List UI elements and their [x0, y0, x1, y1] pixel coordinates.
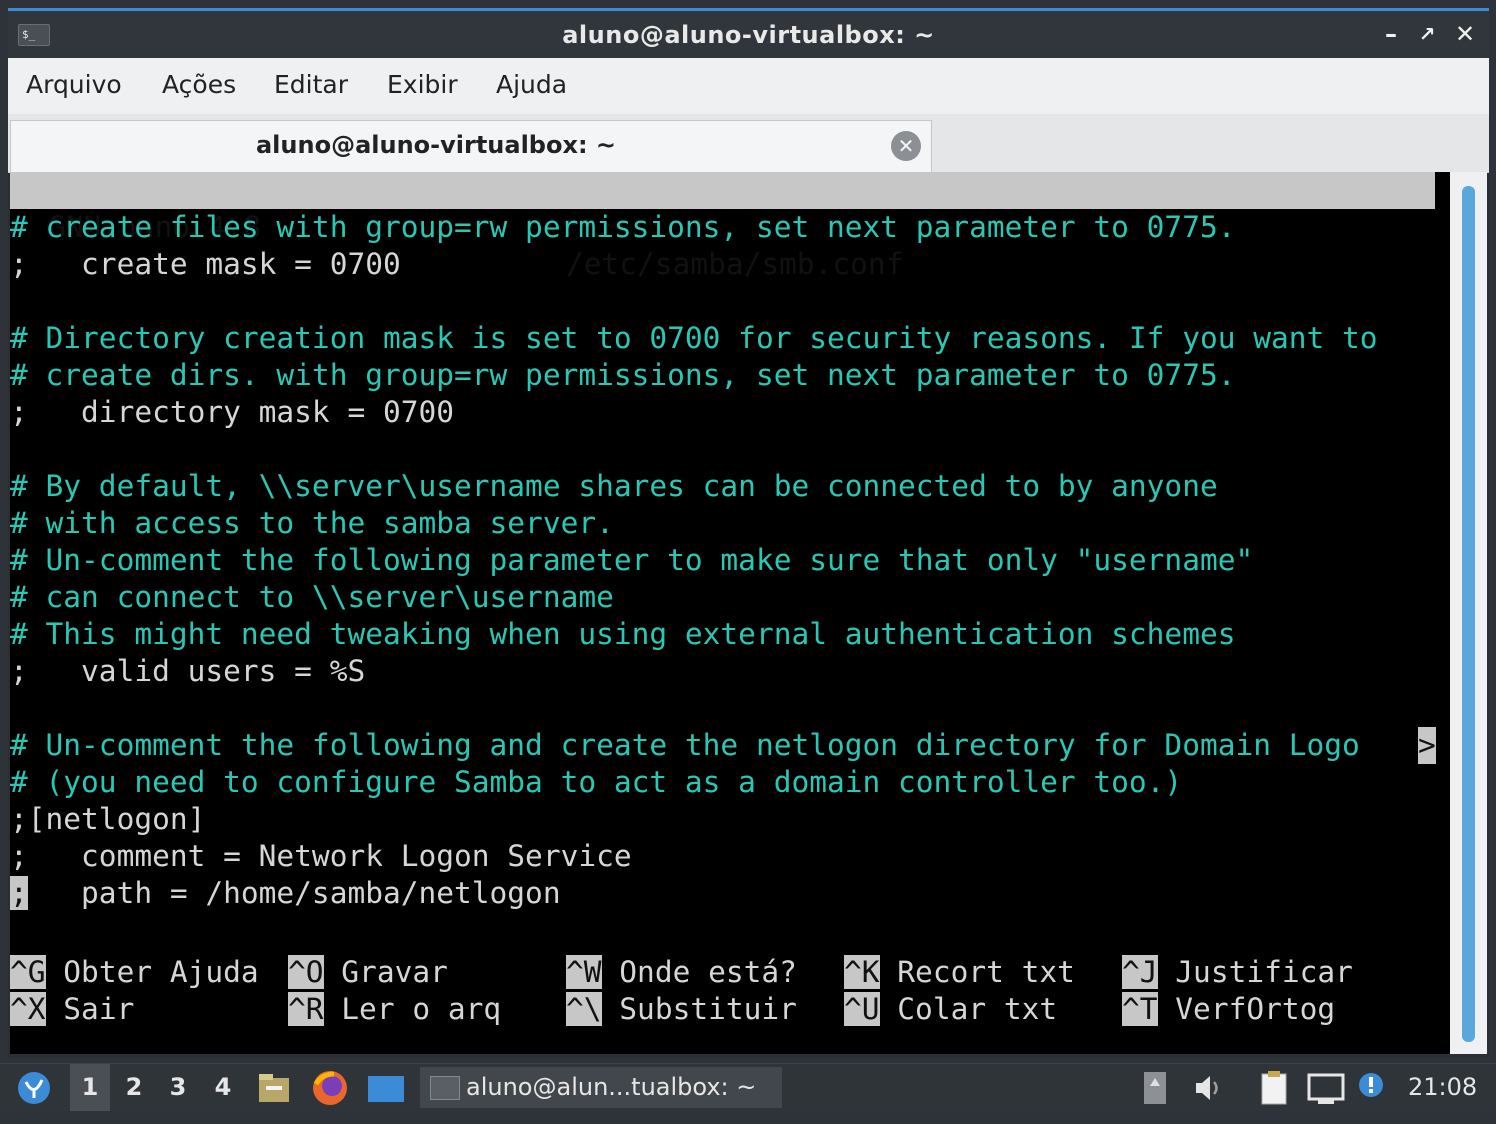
terminal-area[interactable]: GNU nano 4.8 /etc/samba/smb.conf # creat… — [10, 172, 1450, 1054]
display-icon[interactable] — [1306, 1064, 1346, 1111]
menu-ajuda[interactable]: Ajuda — [496, 70, 567, 99]
workspace-1[interactable]: 1 — [70, 1064, 110, 1111]
shortcut-label: Obter Ajuda — [63, 955, 259, 989]
shortcut-key: ^R — [288, 992, 324, 1026]
editor-line: # Un-comment the following parameter to … — [10, 543, 1254, 577]
shortcut-label: VerfOrtog — [1175, 992, 1336, 1026]
taskbar: 1 2 3 4 aluno@alun...tualbox: ~ 21:08 — [0, 1063, 1496, 1111]
workspace-2[interactable]: 2 — [114, 1064, 154, 1111]
workspace-3[interactable]: 3 — [158, 1064, 198, 1111]
editor-line: ;[netlogon] — [10, 802, 206, 836]
editor-line: # can connect to \\server\username — [10, 580, 614, 614]
shortcut-label: Justificar — [1175, 955, 1353, 989]
shortcut-item: ^T VerfOrtog — [1122, 991, 1335, 1028]
editor-line: # Directory creation mask is set to 0700… — [10, 321, 1378, 355]
tab-label: aluno@aluno-virtualbox: ~ — [255, 131, 617, 159]
tab-terminal[interactable]: aluno@aluno-virtualbox: ~ ✕ — [10, 120, 932, 172]
maximize-icon[interactable]: ↗ — [1412, 19, 1442, 49]
shortcut-key: ^O — [288, 955, 324, 989]
file-manager-icon[interactable] — [256, 1064, 292, 1111]
editor-line: # By default, \\server\username shares c… — [10, 469, 1218, 503]
firefox-icon[interactable] — [310, 1064, 350, 1111]
editor-line: # create dirs. with group=rw permissions… — [10, 358, 1236, 392]
editor-line: # create files with group=rw permissions… — [10, 210, 1236, 244]
minimize-icon[interactable]: – — [1376, 19, 1406, 49]
menu-exibir[interactable]: Exibir — [387, 70, 458, 99]
editor-line: # This might need tweaking when using ex… — [10, 617, 1236, 651]
menu-bar: Arquivo Ações Editar Exibir Ajuda — [8, 58, 1489, 114]
volume-icon[interactable] — [1192, 1064, 1226, 1111]
workspace-4[interactable]: 4 — [203, 1064, 243, 1111]
terminal-window: $_ aluno@aluno-virtualbox: ~ – ↗ ✕ Arqui… — [8, 8, 1489, 1058]
text-cursor: ; — [10, 876, 28, 910]
taskbar-task-label: aluno@alun...tualbox: ~ — [466, 1073, 757, 1101]
editor-line: # (you need to configure Samba to act as… — [10, 765, 1183, 799]
tab-close-icon[interactable]: ✕ — [891, 131, 921, 161]
editor-line: ; path = /home/samba/netlogon — [10, 876, 561, 910]
shortcut-item: ^O Gravar — [288, 954, 448, 991]
title-bar[interactable]: $_ aluno@aluno-virtualbox: ~ – ↗ ✕ — [8, 8, 1489, 58]
battery-icon[interactable] — [1140, 1064, 1170, 1111]
editor-line: # with access to the samba server. — [10, 506, 614, 540]
shortcut-label: Ler o arq — [341, 992, 502, 1026]
start-menu-icon[interactable] — [14, 1064, 58, 1111]
menu-acoes[interactable]: Ações — [162, 70, 236, 99]
shortcut-label: Recort txt — [897, 955, 1075, 989]
shortcut-key: ^K — [844, 955, 880, 989]
clock: 21:08 — [1408, 1073, 1478, 1101]
shortcut-key: ^U — [844, 992, 880, 1026]
menu-editar[interactable]: Editar — [274, 70, 348, 99]
editor-line: # Un-comment the following and create th… — [10, 728, 1360, 762]
shortcut-key: ^X — [10, 992, 46, 1026]
shortcut-key: ^T — [1122, 992, 1158, 1026]
scrollbar[interactable] — [1450, 172, 1487, 1054]
clipboard-icon[interactable] — [1256, 1064, 1296, 1111]
shortcut-label: Colar txt — [897, 992, 1058, 1026]
nano-header: GNU nano 4.8 /etc/samba/smb.conf — [10, 172, 1435, 281]
shortcut-item: ^W Onde está? — [566, 954, 797, 991]
shortcut-item: ^R Ler o arq — [288, 991, 501, 1028]
close-icon[interactable]: ✕ — [1450, 19, 1480, 49]
shortcut-item: ^K Recort txt — [844, 954, 1075, 991]
editor-line: ; create mask = 0700 — [10, 247, 401, 281]
shortcut-item: ^U Colar txt — [844, 991, 1057, 1028]
shortcut-label: Onde está? — [619, 955, 797, 989]
line-overflow-marker: > — [1418, 727, 1436, 764]
shortcut-key: ^J — [1122, 955, 1158, 989]
shortcut-item: ^\ Substituir — [566, 991, 797, 1028]
shortcut-item: ^J Justificar — [1122, 954, 1353, 991]
notification-icon[interactable] — [1354, 1064, 1394, 1111]
shortcut-item: ^X Sair — [10, 991, 134, 1028]
menu-arquivo[interactable]: Arquivo — [26, 70, 122, 99]
taskbar-task-terminal[interactable]: aluno@alun...tualbox: ~ — [420, 1067, 782, 1108]
terminal-icon — [430, 1076, 460, 1100]
tab-bar: aluno@aluno-virtualbox: ~ ✕ — [8, 114, 1489, 173]
shortcut-key: ^\ — [566, 992, 602, 1026]
window-title: aluno@aluno-virtualbox: ~ — [562, 21, 935, 49]
shortcut-label: Sair — [63, 992, 135, 1026]
nano-filename: /etc/samba/smb.conf — [566, 247, 904, 281]
editor-line: ; comment = Network Logon Service — [10, 839, 632, 873]
shortcut-label: Substituir — [619, 992, 797, 1026]
shortcut-key: ^W — [566, 955, 602, 989]
desktop-icon[interactable] — [366, 1064, 406, 1111]
shortcut-label: Gravar — [341, 955, 448, 989]
scrollbar-thumb[interactable] — [1462, 186, 1475, 1042]
shortcut-key: ^G — [10, 955, 46, 989]
editor-line: ; directory mask = 0700 — [10, 395, 455, 429]
editor-line: ; valid users = %S — [10, 654, 366, 688]
shortcut-item: ^G Obter Ajuda — [10, 954, 259, 991]
